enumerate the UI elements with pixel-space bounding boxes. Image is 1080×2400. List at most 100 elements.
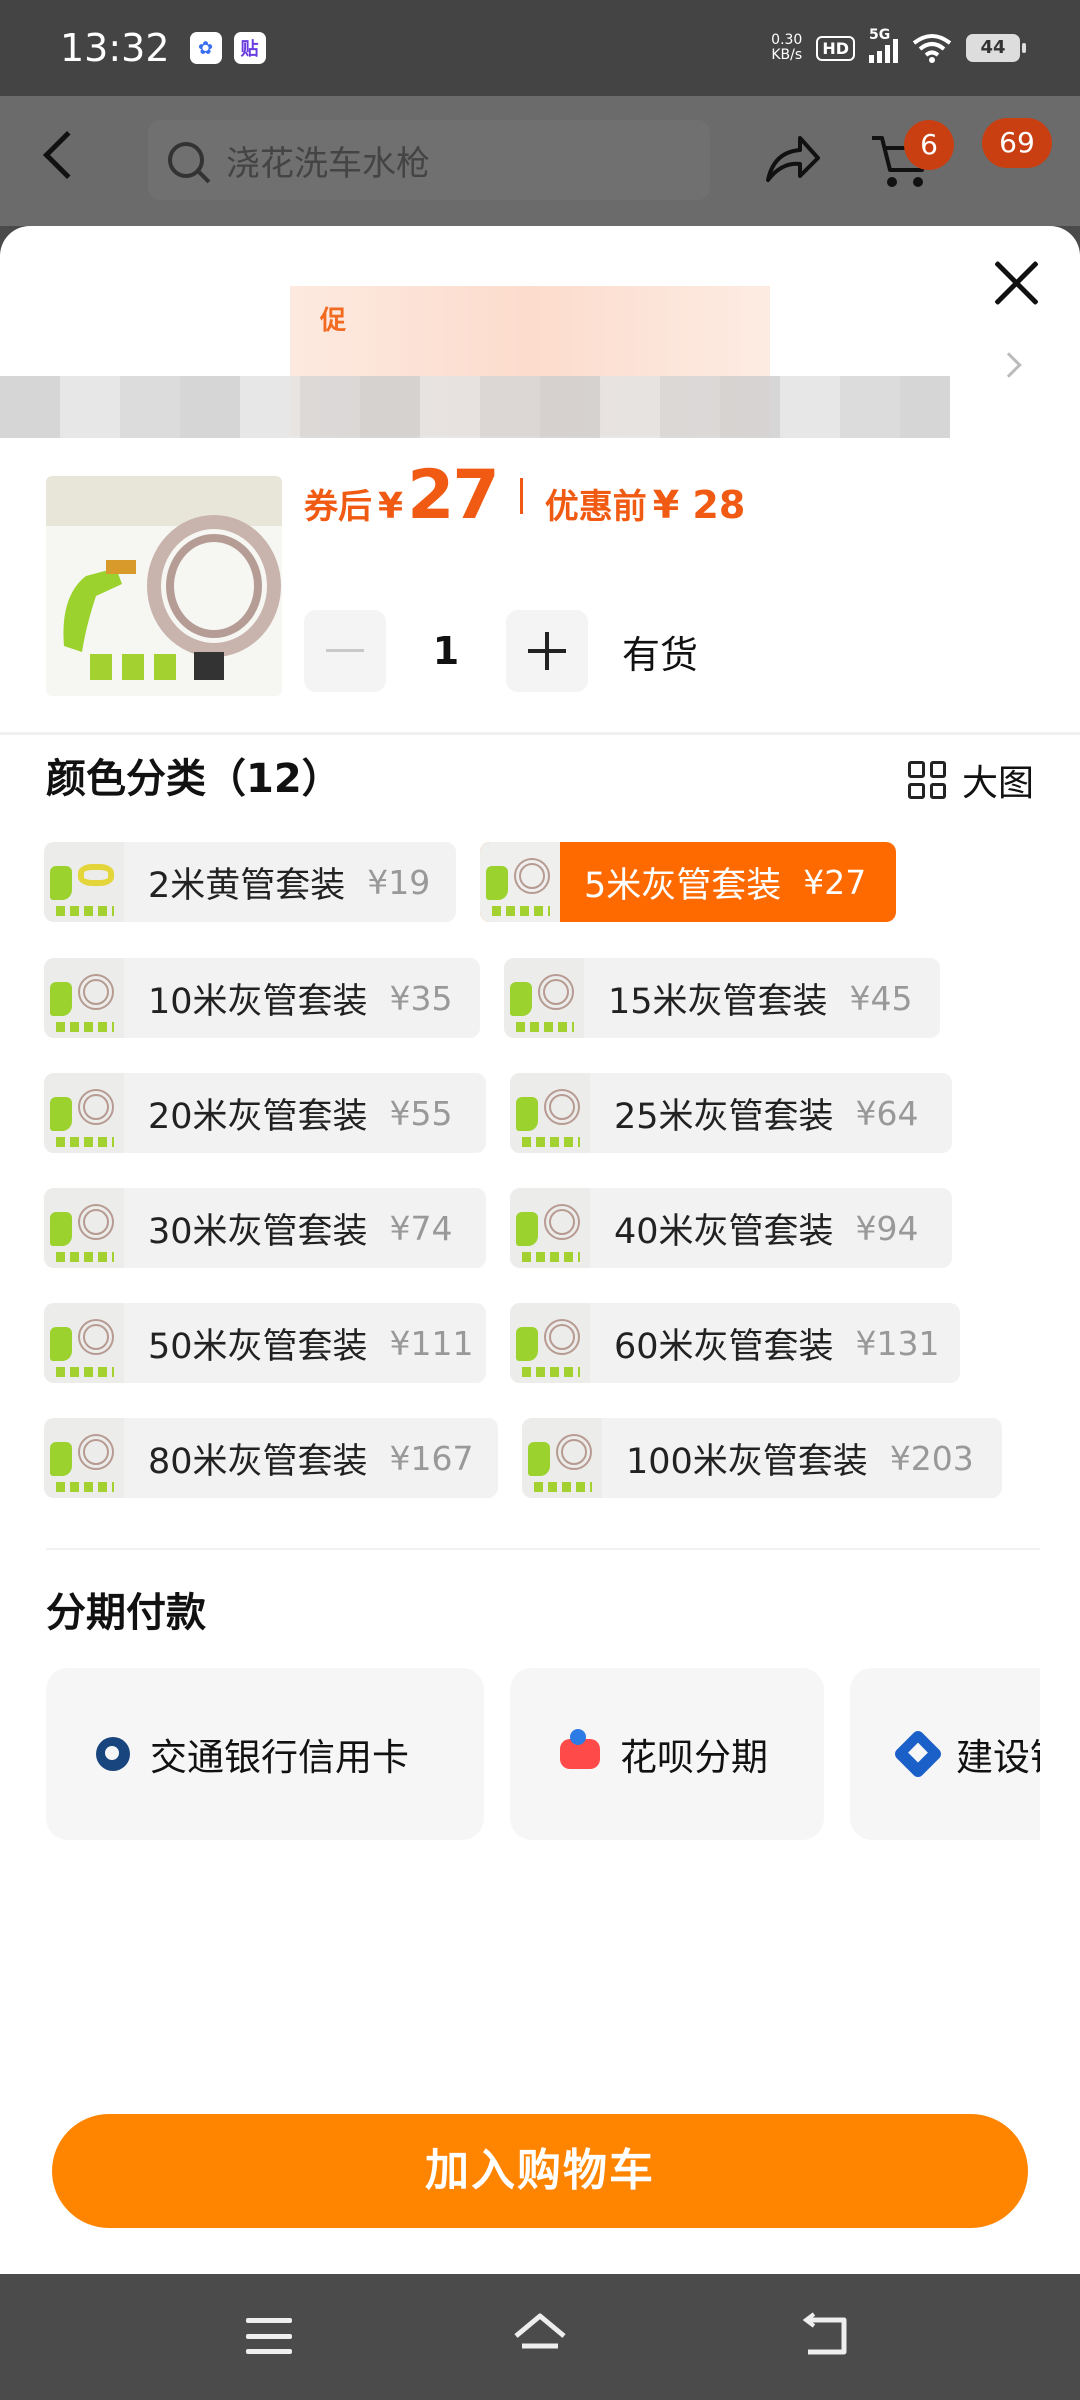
variant-option[interactable]: 25米灰管套装 ¥64: [510, 1073, 952, 1153]
variant-option[interactable]: 40米灰管套装 ¥94: [510, 1188, 952, 1268]
variant-thumbnail: [510, 1188, 590, 1268]
variant-name: 25米灰管套装: [614, 1096, 834, 1137]
variant-price: ¥64: [855, 1093, 919, 1133]
variant-price: ¥45: [849, 978, 913, 1018]
variant-thumbnail: [504, 958, 584, 1038]
network-speed: 0.30 KB/s: [771, 32, 803, 63]
blurred-promo-area: 促: [0, 256, 1060, 456]
variant-thumbnail: [44, 1188, 124, 1268]
installment-option-huabei[interactable]: 花呗分期: [510, 1668, 824, 1840]
variant-thumbnail: [510, 1073, 590, 1153]
tieba-icon: 贴: [233, 32, 266, 64]
back-icon[interactable]: [42, 130, 92, 180]
price-divider: [519, 477, 523, 514]
variant-price: ¥131: [855, 1323, 940, 1363]
status-bar: 13:32 ✿ 贴 0.30 KB/s HD 5G 44: [0, 0, 1080, 96]
decrease-button[interactable]: [304, 610, 386, 692]
price-row: 券后 ¥ 27 优惠前 ¥ 28: [304, 456, 745, 535]
home-icon[interactable]: [512, 2312, 568, 2362]
menu-icon[interactable]: [246, 2318, 292, 2354]
variant-price: ¥111: [389, 1323, 474, 1363]
variant-price: ¥27: [803, 862, 867, 902]
bocom-bank-icon: [96, 1737, 130, 1771]
installment-option-bocom[interactable]: 交通银行信用卡: [46, 1668, 484, 1840]
variant-name: 15米灰管套装: [608, 981, 828, 1022]
system-nav-bar: [0, 2274, 1080, 2400]
sku-sheet: 促 券后 ¥ 27 优惠前 ¥ 28 1 有货 颜色分类（12） 大图 2米黄管…: [0, 226, 1080, 2274]
search-icon: [168, 142, 204, 178]
variant-option[interactable]: 100米灰管套装 ¥203: [522, 1418, 1002, 1498]
big-view-label: 大图: [962, 763, 1035, 804]
variant-thumbnail: [44, 842, 124, 922]
big-view-toggle[interactable]: 大图: [908, 754, 1034, 806]
variant-option[interactable]: 10米灰管套装 ¥35: [44, 958, 480, 1038]
search-input[interactable]: 浇花洗车水枪: [148, 120, 710, 200]
close-icon[interactable]: [990, 256, 1044, 310]
variant-thumbnail: [44, 1303, 124, 1383]
scroll-mask: [1040, 1666, 1080, 1846]
huabei-icon: [560, 1729, 600, 1769]
battery-icon: 44: [966, 34, 1026, 62]
status-time: 13:32: [60, 26, 170, 70]
variant-name: 100米灰管套装: [626, 1441, 868, 1482]
increase-button[interactable]: [506, 610, 588, 692]
variant-price: ¥94: [855, 1208, 919, 1248]
price-label: 券后: [304, 487, 372, 527]
variant-option[interactable]: 15米灰管套装 ¥45: [504, 958, 940, 1038]
variant-option[interactable]: 20米灰管套装 ¥55: [44, 1073, 486, 1153]
installment-section-title: 分期付款: [46, 1590, 206, 1636]
share-icon[interactable]: [764, 132, 822, 186]
variant-price: ¥74: [389, 1208, 453, 1248]
divider: [0, 732, 1080, 735]
grid-icon: [908, 761, 946, 799]
variant-price: ¥167: [389, 1438, 474, 1478]
installment-label: 花呗分期: [620, 1736, 768, 1779]
ccb-bank-icon: [892, 1728, 944, 1780]
variant-name: 10米灰管套装: [148, 981, 368, 1022]
add-to-cart-button[interactable]: 加入购物车: [52, 2114, 1028, 2228]
quantity-value[interactable]: 1: [386, 629, 506, 673]
quantity-stepper: 1 有货: [304, 610, 698, 692]
variant-price: ¥19: [367, 862, 431, 902]
back-nav-icon[interactable]: [800, 2312, 850, 2358]
variant-option-selected[interactable]: 5米灰管套装 ¥27: [480, 842, 896, 922]
variant-name: 80米灰管套装: [148, 1441, 368, 1482]
baidu-icon: ✿: [189, 32, 222, 64]
color-section-title: 颜色分类（12）: [46, 756, 342, 802]
original-price-label: 优惠前: [544, 487, 647, 527]
variant-option[interactable]: 30米灰管套装 ¥74: [44, 1188, 486, 1268]
variant-price: ¥35: [389, 978, 453, 1018]
divider: [46, 1548, 1040, 1550]
variant-name: 2米黄管套装: [148, 865, 346, 906]
hd-icon: HD: [816, 35, 855, 61]
variant-price: ¥203: [889, 1438, 974, 1478]
variant-thumbnail: [510, 1303, 590, 1383]
installment-label: 交通银行信用卡: [150, 1736, 409, 1779]
variant-thumbnail: [480, 842, 560, 922]
variant-name: 50米灰管套装: [148, 1326, 368, 1367]
wifi-icon: [912, 34, 952, 63]
variant-name: 30米灰管套装: [148, 1211, 368, 1252]
variant-thumbnail: [44, 1418, 124, 1498]
original-price: ¥ 28: [652, 483, 746, 527]
signal-icon: 5G: [869, 27, 898, 63]
variant-name: 60米灰管套装: [614, 1326, 834, 1367]
message-badge: 69: [982, 118, 1052, 168]
variant-price: ¥55: [389, 1093, 453, 1133]
search-placeholder: 浇花洗车水枪: [226, 143, 430, 184]
variant-thumbnail: [44, 958, 124, 1038]
variant-option[interactable]: 50米灰管套装 ¥111: [44, 1303, 486, 1383]
price-currency: ¥: [378, 486, 404, 527]
variant-option[interactable]: 2米黄管套装 ¥19: [44, 842, 456, 922]
variant-option[interactable]: 60米灰管套装 ¥131: [510, 1303, 960, 1383]
variant-name: 20米灰管套装: [148, 1096, 368, 1137]
variant-thumbnail: [44, 1073, 124, 1153]
stock-status: 有货: [622, 632, 699, 677]
coupon-price: 27: [407, 456, 500, 535]
variant-option[interactable]: 80米灰管套装 ¥167: [44, 1418, 498, 1498]
product-image[interactable]: [46, 476, 282, 696]
variant-name: 5米灰管套装: [584, 865, 782, 906]
variant-thumbnail: [522, 1418, 602, 1498]
variant-name: 40米灰管套装: [614, 1211, 834, 1252]
cart-badge: 6: [904, 120, 954, 170]
